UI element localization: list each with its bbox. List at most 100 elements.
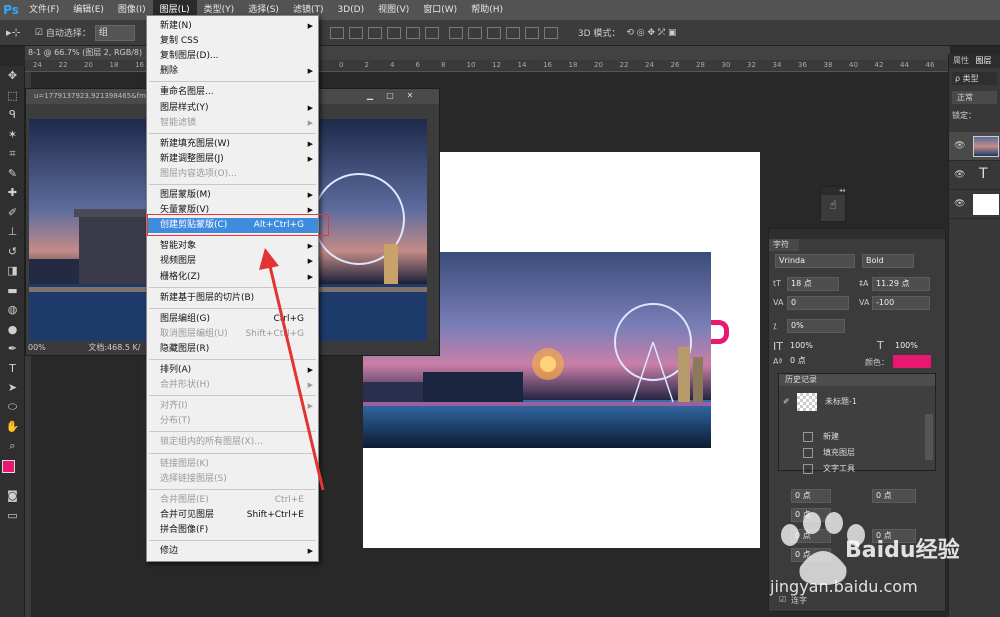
menu-item[interactable]: 修边 ▶ — [147, 544, 318, 559]
menu-item[interactable]: 复制图层(D)... — [147, 49, 318, 64]
eraser-tool-icon[interactable]: ◨ — [0, 261, 25, 281]
text-color-swatch[interactable] — [893, 355, 931, 368]
menu-item[interactable]: 重命名图层... — [147, 85, 318, 100]
lasso-tool-icon[interactable]: ᑫ — [0, 105, 25, 125]
distribute-vcenter-icon[interactable] — [467, 26, 482, 39]
history-title[interactable]: 历史记录 — [779, 374, 935, 386]
hand-tool-icon[interactable]: ✋ — [0, 417, 25, 437]
blend-mode-select[interactable]: 正常 — [952, 91, 997, 104]
align-top-icon[interactable] — [329, 26, 344, 39]
history-item[interactable]: 文字工具 — [779, 461, 925, 477]
close-icon[interactable]: ✕ — [404, 91, 416, 101]
history-item[interactable]: 新建 — [779, 429, 925, 445]
crop-tool-icon[interactable]: ⌗ — [0, 144, 25, 164]
screen-mode-icon[interactable]: ▭ — [0, 506, 25, 526]
menu-item[interactable]: 新建(N) ▶ — [147, 19, 318, 34]
marquee-tool-icon[interactable]: ⬚ — [0, 86, 25, 106]
layer-row-text[interactable]: 👁 T — [949, 161, 1000, 190]
scale-h-field[interactable]: 100% — [892, 340, 932, 354]
menu-0[interactable]: 文件(F) — [22, 0, 66, 20]
minimize-icon[interactable]: ▁ — [364, 91, 376, 101]
menu-9[interactable]: 窗口(W) — [416, 0, 464, 20]
layer-row-background[interactable]: 👁 — [949, 190, 1000, 219]
healing-brush-icon[interactable]: ✚ — [0, 183, 25, 203]
gradient-tool-icon[interactable]: ▬ — [0, 281, 25, 301]
font-family-select[interactable]: Vrinda — [775, 254, 855, 268]
tracking-field[interactable]: -100 — [872, 296, 930, 310]
distribute-hcenter-icon[interactable] — [524, 26, 539, 39]
eye-icon[interactable]: 👁 — [954, 199, 965, 209]
zoom-level[interactable]: 00% — [28, 343, 46, 352]
tab-layers[interactable]: 图层 — [976, 56, 992, 65]
color-swatches[interactable] — [0, 456, 24, 486]
auto-select-checkbox[interactable]: ☑ — [35, 28, 43, 38]
vertical-scale-field[interactable]: 0% — [787, 319, 845, 333]
menu-item[interactable]: 新建填充图层(W) ▶ — [147, 137, 318, 152]
leading-field[interactable]: 11.29 点 — [872, 277, 930, 291]
eyedropper-icon[interactable]: ✎ — [0, 164, 25, 184]
kerning-field[interactable]: 0 — [787, 296, 849, 310]
layer-row-photo[interactable]: 👁 — [949, 132, 1000, 161]
auto-select-label: 自动选择： — [45, 29, 91, 39]
menu-item-label: 删除 — [160, 66, 179, 77]
maximize-icon[interactable]: □ — [384, 91, 396, 101]
blur-tool-icon[interactable]: ◍ — [0, 300, 25, 320]
menu-item[interactable]: 合并可见图层 Shift+Ctrl+E — [147, 508, 318, 523]
history-snapshot[interactable]: ✐ 未标题-1 — [779, 390, 925, 414]
align-hcenter-icon[interactable] — [405, 26, 420, 39]
rotate-3d-icon[interactable]: ⟲ ◎ ✥ ⤱ ▣ — [626, 28, 676, 38]
layers-tabs[interactable]: 属性 图层 — [949, 54, 1000, 68]
layer-filter[interactable]: ρ 类型 — [952, 72, 997, 85]
dodge-tool-icon[interactable]: ● — [0, 320, 25, 340]
baseline-field[interactable]: 0 点 — [787, 355, 827, 369]
magic-wand-icon[interactable]: ✶ — [0, 125, 25, 145]
foreground-color-swatch[interactable] — [2, 460, 15, 473]
menu-item[interactable]: 拼合图像(F) — [147, 523, 318, 538]
auto-select-dropdown[interactable]: 组 — [94, 24, 135, 41]
align-vcenter-icon[interactable] — [348, 26, 363, 39]
align-left-icon[interactable] — [386, 26, 401, 39]
ruler-mark: 12 — [492, 61, 501, 69]
brush-tool-icon[interactable]: ✐ — [0, 203, 25, 223]
eye-icon[interactable]: 👁 — [954, 141, 965, 151]
distribute-top-icon[interactable] — [448, 26, 463, 39]
menu-item[interactable]: 图层样式(Y) ▶ — [147, 101, 318, 116]
history-brush-icon[interactable]: ↺ — [0, 242, 25, 262]
font-style-select[interactable]: Bold — [862, 254, 914, 268]
move-tool-icon[interactable]: ▸⊹ — [6, 26, 21, 39]
menu-item[interactable]: 复制 CSS — [147, 34, 318, 49]
distribute-right-icon[interactable] — [543, 26, 558, 39]
distribute-left-icon[interactable] — [505, 26, 520, 39]
eye-icon[interactable]: 👁 — [954, 170, 965, 180]
distribute-bottom-icon[interactable] — [486, 26, 501, 39]
paragraph-field-b[interactable]: 0 点 — [872, 489, 916, 503]
hand-icon[interactable]: ☝ — [821, 198, 845, 212]
menu-1[interactable]: 编辑(E) — [66, 0, 111, 20]
path-select-icon[interactable]: ➤ — [0, 378, 25, 398]
collapse-icon[interactable]: ◂◂ — [821, 187, 845, 195]
panel-header[interactable] — [769, 229, 945, 239]
scale-v-field[interactable]: 100% — [787, 340, 845, 354]
type-tool-icon[interactable]: T — [0, 359, 25, 379]
menu-item[interactable]: 图层蒙版(M) ▶ — [147, 188, 318, 203]
history-item[interactable]: 填充图层 — [779, 445, 925, 461]
menu-item[interactable]: 新建调整图层(J) ▶ — [147, 152, 318, 167]
menu-8[interactable]: 视图(V) — [371, 0, 416, 20]
zoom-tool-icon[interactable]: ⌕ — [0, 437, 25, 457]
tab-properties[interactable]: 属性 — [953, 56, 969, 65]
tab-character[interactable]: 字符 — [769, 239, 799, 251]
quick-mask-icon[interactable]: ◙ — [0, 486, 25, 506]
menu-7[interactable]: 3D(D) — [330, 0, 371, 20]
watermark-url: jingyan.baidu.com — [770, 577, 918, 596]
history-scrollbar[interactable] — [925, 414, 933, 460]
pen-tool-icon[interactable]: ✒ — [0, 339, 25, 359]
align-bottom-icon[interactable] — [367, 26, 382, 39]
align-right-icon[interactable] — [424, 26, 439, 39]
menu-10[interactable]: 帮助(H) — [464, 0, 510, 20]
paragraph-field-a[interactable]: 0 点 — [791, 489, 831, 503]
font-size-field[interactable]: 18 点 — [787, 277, 839, 291]
move-tool-icon[interactable]: ✥ — [0, 66, 25, 86]
menu-item[interactable]: 删除 ▶ — [147, 64, 318, 79]
shape-tool-icon[interactable]: ⬭ — [0, 398, 25, 418]
clone-stamp-icon[interactable]: ⊥ — [0, 222, 25, 242]
